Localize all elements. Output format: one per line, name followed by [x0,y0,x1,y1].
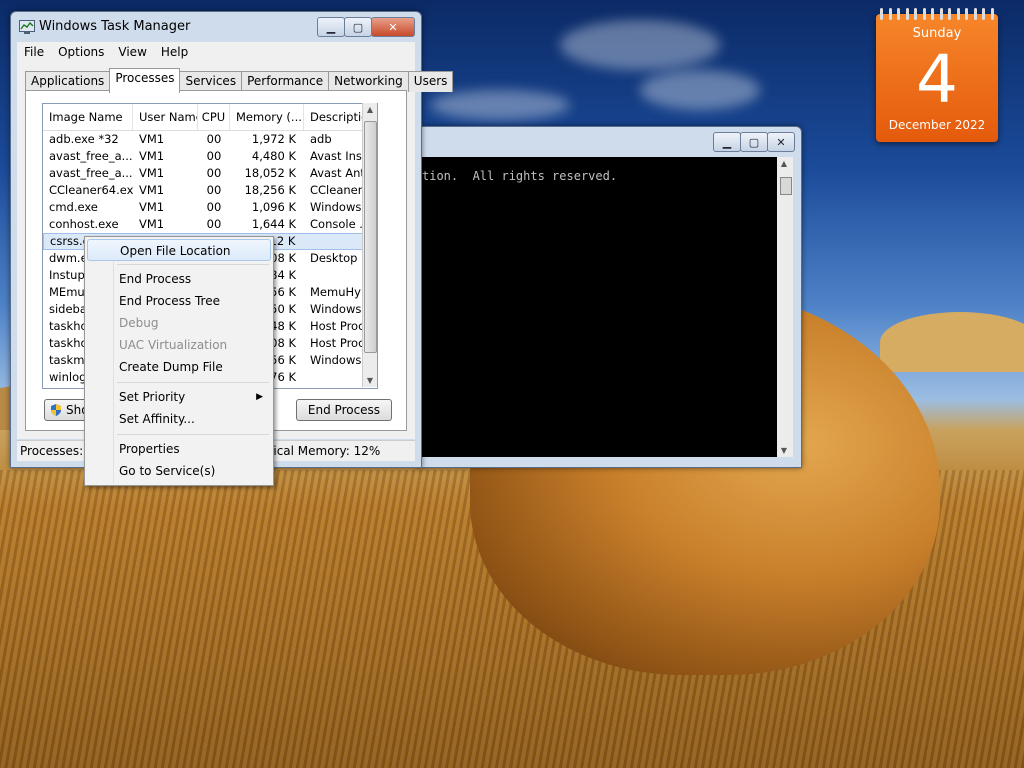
ctx-properties[interactable]: Properties [87,438,271,460]
tab-services[interactable]: Services [179,71,243,92]
ctx-end-process-tree[interactable]: End Process Tree [87,290,271,312]
column-cpu[interactable]: CPU [198,104,230,130]
tab-networking[interactable]: Networking [328,71,409,92]
process-user-name: VM1 [139,183,165,197]
process-image-name: adb.exe *32 [49,132,119,146]
ctx-open-file-location[interactable]: Open File Location [87,239,271,261]
scroll-up-arrow-icon[interactable]: ▲ [777,159,791,168]
console-window[interactable]: ▁ ▢ ✕ tion. All rights reserved. ▲ ▼ [417,126,802,468]
console-scroll-thumb[interactable] [780,177,792,195]
console-output[interactable]: tion. All rights reserved. [422,157,777,457]
console-scrollbar[interactable]: ▲ ▼ [777,157,793,457]
minimize-button[interactable]: ▁ [317,17,345,37]
ctx-create-dump-file[interactable]: Create Dump File [87,356,271,378]
process-user-name: VM1 [139,217,165,231]
process-image-name: conhost.exe [49,217,119,231]
tab-applications[interactable]: Applications [25,71,111,92]
ctx-uac-virtualization: UAC Virtualization [119,338,228,352]
process-list-scrollbar[interactable]: ▲ ▼ [362,103,377,387]
console-minimize-button[interactable]: ▁ [713,132,741,152]
calendar-day-name: Sunday [912,26,962,41]
process-cpu: 00 [206,183,222,197]
column-user-name[interactable]: User Name [133,104,198,130]
window-title: Windows Task Manager [39,19,191,34]
task-manager-titlebar[interactable]: Windows Task Manager ▁ ▢ ✕ [11,12,421,42]
ctx-go-to-services[interactable]: Go to Service(s) [87,460,271,482]
process-context-menu: Open File Location End Process End Proce… [84,236,274,486]
console-text: tion. All rights reserved. [422,169,618,183]
task-manager-app-icon [19,20,35,34]
process-cpu: 00 [206,200,222,214]
ctx-set-priority-label: Set Priority [119,390,186,404]
uac-shield-icon [51,404,61,416]
close-button[interactable]: ✕ [371,17,415,37]
process-memory: 18,256 K [244,183,296,197]
calendar-month-year: December 2022 [888,118,986,132]
menu-options[interactable]: Options [51,45,111,59]
status-physical-memory: ysical Memory: 12% [260,444,381,458]
calendar-gadget[interactable]: Sunday 4 December 2022 [876,8,998,142]
ctx-debug: Debug [119,316,159,330]
context-menu-separator [117,434,269,435]
tab-processes[interactable]: Processes [109,68,181,93]
menu-help[interactable]: Help [154,45,195,59]
process-memory: 1,096 K [251,200,296,214]
process-cpu: 00 [206,217,222,231]
end-process-button[interactable]: End Process [296,399,392,421]
process-user-name: VM1 [139,132,165,146]
process-user-name: VM1 [139,200,165,214]
scroll-down-arrow-icon[interactable]: ▼ [777,446,791,455]
menu-bar: File Options View Help [17,42,415,62]
process-image-name: cmd.exe [49,200,98,214]
process-image-name: CCleaner64.exe [49,183,133,197]
ctx-set-priority[interactable]: Set Priority ▶ [87,386,271,408]
tab-users[interactable]: Users [407,71,454,92]
process-user-name: VM1 [139,149,165,163]
submenu-arrow-icon: ▶ [256,392,263,402]
process-memory: 18,052 K [244,166,296,180]
process-memory: 4,480 K [251,149,296,163]
menu-file[interactable]: File [17,45,51,59]
console-close-button[interactable]: ✕ [767,132,795,152]
console-maximize-button[interactable]: ▢ [740,132,768,152]
process-image-name: avast_free_a... [49,149,133,163]
ctx-end-process[interactable]: End Process [87,268,271,290]
process-user-name: VM1 [139,166,165,180]
process-row[interactable]: conhost.exe VM1 00 1,644 K Console ... [43,216,377,233]
scroll-down-arrow-icon[interactable]: ▼ [363,376,377,385]
column-image-name[interactable]: Image Name [43,104,133,130]
menu-view[interactable]: View [111,45,153,59]
process-row[interactable]: adb.exe *32 VM1 00 1,972 Kadb [43,131,377,148]
console-titlebar[interactable]: ▁ ▢ ✕ [418,127,801,157]
context-menu-separator [117,382,269,383]
calendar-binder-rings [880,8,994,22]
scroll-up-arrow-icon[interactable]: ▲ [363,105,377,114]
process-memory: 1,972 K [251,132,296,146]
process-cpu: 00 [206,149,222,163]
process-image-name: avast_free_a... [49,166,133,180]
process-cpu: 00 [206,132,222,146]
process-row[interactable]: cmd.exe VM1 00 1,096 K Windows ... [43,199,377,216]
ctx-set-affinity[interactable]: Set Affinity... [87,408,271,430]
process-row[interactable]: CCleaner64.exe VM1 00 18,256 K CCleaner [43,182,377,199]
process-row[interactable]: avast_free_a... VM1 00 4,480 K Avast Ins... [43,148,377,165]
process-list-header: Image Name User Name CPU Memory (... Des… [43,104,377,131]
process-cpu: 00 [206,166,222,180]
tab-performance[interactable]: Performance [241,71,330,92]
process-list-scroll-thumb[interactable] [364,121,377,353]
maximize-button[interactable]: ▢ [344,17,372,37]
column-memory[interactable]: Memory (... [230,104,304,130]
calendar-day-number: 4 [916,41,958,118]
process-memory: 1,644 K [251,217,296,231]
context-menu-separator [117,264,269,265]
process-row[interactable]: avast_free_a... VM1 00 18,052 K Avast Ant... [43,165,377,182]
